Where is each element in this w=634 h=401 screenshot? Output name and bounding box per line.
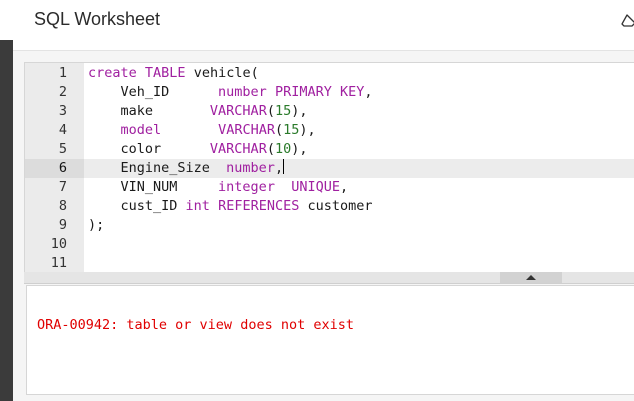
- code-token: ,: [274, 160, 284, 176]
- worksheet-header: SQL Worksheet: [13, 0, 634, 51]
- code-token: ),: [291, 141, 308, 157]
- code-line[interactable]: color VARCHAR(10),: [88, 140, 308, 159]
- code-token: ),: [291, 103, 308, 119]
- code-token: 15: [274, 103, 292, 119]
- code-token: number: [226, 160, 275, 176]
- code-line[interactable]: cust_ID int REFERENCES customer: [88, 197, 373, 216]
- code-token: ,: [340, 179, 349, 195]
- code-token: make: [88, 103, 210, 119]
- line-number: 10: [50, 236, 67, 252]
- code-token: integer: [218, 179, 275, 195]
- code-token: ,: [364, 84, 373, 100]
- code-token: customer: [299, 198, 373, 214]
- line-number: 6: [58, 160, 67, 176]
- line-number: 8: [58, 198, 67, 214]
- code-token: model: [120, 122, 162, 138]
- code-token: VARCHAR: [209, 141, 267, 157]
- code-token: (: [266, 103, 275, 119]
- code-token: (: [266, 141, 275, 157]
- code-token: REFERENCES: [218, 198, 300, 214]
- left-nav-top: [0, 0, 13, 40]
- line-number: 3: [58, 103, 67, 119]
- code-token: Veh_ID: [88, 84, 219, 100]
- code-line[interactable]: Engine_Size number,: [88, 159, 285, 178]
- code-line[interactable]: model VARCHAR(15),: [88, 121, 316, 140]
- code-token: 15: [283, 122, 300, 138]
- line-number: 11: [50, 255, 67, 271]
- code-token: (: [274, 122, 284, 138]
- page-title: SQL Worksheet: [34, 9, 161, 29]
- collapse-arrow-icon[interactable]: [526, 275, 536, 280]
- code-token: ),: [299, 122, 316, 138]
- output-pane: ORA-00942: table or view does not exist: [26, 285, 634, 395]
- line-number: 7: [58, 179, 67, 195]
- sql-worksheet-panel: SQL Worksheet 1 2 3 4 5 6 7 8 9 10 11 create TABLE…: [13, 0, 634, 401]
- code-line[interactable]: make VARCHAR(15),: [88, 102, 308, 121]
- code-line[interactable]: Veh_ID number PRIMARY KEY,: [88, 83, 373, 102]
- code-token: );: [88, 217, 105, 233]
- code-token: TABLE: [144, 65, 194, 81]
- line-number-gutter: 1 2 3 4 5 6 7 8 9 10 11: [25, 63, 84, 273]
- code-token: vehicle(: [193, 65, 259, 81]
- code-token: VARCHAR: [209, 103, 267, 119]
- code-token: VARCHAR: [218, 122, 275, 138]
- code-token: 10: [274, 141, 292, 157]
- code-token: color: [88, 141, 210, 157]
- code-line[interactable]: create TABLE vehicle(: [88, 64, 259, 83]
- line-number: 5: [58, 141, 67, 157]
- text-cursor: [283, 159, 285, 174]
- code-token: create: [88, 65, 145, 81]
- line-number: 4: [58, 122, 67, 138]
- code-token: cust_ID: [88, 198, 186, 214]
- code-token: int: [185, 198, 210, 214]
- code-token: PRIMARY KEY: [274, 84, 365, 100]
- code-area[interactable]: create TABLE vehicle( Veh_ID number PRIM…: [84, 63, 634, 273]
- code-editor[interactable]: 1 2 3 4 5 6 7 8 9 10 11 create TABLE vehicle( Veh_…: [24, 62, 634, 274]
- splitter-handle[interactable]: [500, 272, 562, 283]
- line-number: 9: [58, 217, 67, 233]
- code-line[interactable]: VIN_NUM integer UNIQUE,: [88, 178, 349, 197]
- error-message: ORA-00942: table or view does not exist: [37, 317, 354, 333]
- code-line[interactable]: );: [88, 216, 104, 235]
- left-nav-strip: [0, 0, 13, 401]
- code-token: UNIQUE: [291, 179, 340, 195]
- line-number: 2: [58, 84, 67, 100]
- code-token: number: [218, 84, 275, 100]
- eraser-icon[interactable]: [621, 12, 634, 28]
- line-number: 1: [58, 65, 67, 81]
- pane-splitter[interactable]: [24, 272, 634, 284]
- code-token: VIN_NUM: [88, 179, 219, 195]
- code-token: Engine_Size: [88, 160, 227, 176]
